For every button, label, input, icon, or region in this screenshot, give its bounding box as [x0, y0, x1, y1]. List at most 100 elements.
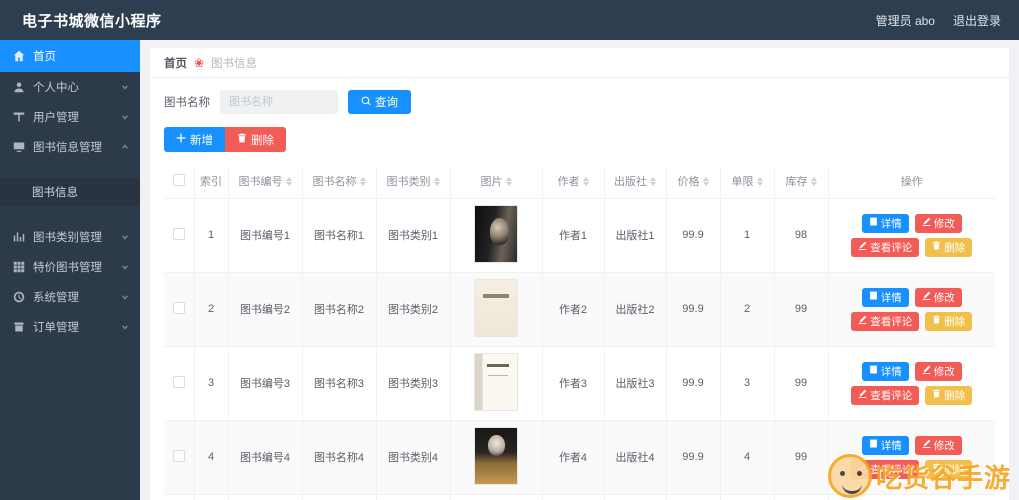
book-cover-image[interactable] — [474, 278, 518, 337]
chevron-down-icon[interactable] — [120, 262, 130, 272]
col-header-image[interactable]: 图片 — [450, 166, 543, 199]
select-all-checkbox[interactable] — [172, 174, 185, 186]
sidebar-subitem-book-info[interactable]: 图书信息 — [0, 178, 140, 206]
col-header-limit[interactable]: 单限 — [720, 166, 775, 199]
row-action-0[interactable]: 详情 — [861, 435, 909, 455]
order-icon — [12, 320, 26, 334]
cell-text: 1 — [743, 229, 751, 242]
chevron-down-icon[interactable] — [120, 112, 130, 122]
row-action-2[interactable]: 查看评论 — [851, 311, 920, 331]
sidebar-item-2[interactable]: 用户管理 — [0, 102, 140, 132]
col-header-category[interactable]: 图书类别 — [376, 166, 451, 199]
logout-button[interactable]: 退出登录 — [953, 12, 1001, 29]
book-cover-image[interactable] — [474, 204, 518, 263]
chevron-down-icon[interactable] — [120, 82, 130, 92]
sort-icon[interactable] — [702, 177, 709, 187]
sort-icon[interactable] — [359, 177, 366, 187]
sort-icon[interactable] — [433, 177, 440, 187]
row-action-1[interactable]: 修改 — [914, 287, 962, 307]
book-cover-image[interactable] — [474, 352, 518, 411]
sort-icon[interactable] — [505, 177, 512, 187]
edit-icon — [922, 439, 931, 451]
cell-text: 98 — [794, 229, 808, 242]
cell-price: 99.9 — [666, 272, 721, 347]
sidebar-item-6[interactable]: 系统管理 — [0, 282, 140, 312]
chevron-up-icon[interactable] — [120, 142, 130, 152]
table-container: 索引 图书编号 图书名称 图书类别 图片 作者 出版社 价格 单限 库存 操作 1 图书编号1 图书名称… — [150, 156, 1009, 500]
row-checkbox[interactable] — [172, 375, 185, 388]
edit-icon — [922, 217, 931, 229]
cell-price: 99.9 — [666, 198, 721, 273]
app-title: 电子书城微信小程序 — [22, 12, 162, 30]
cell-text: 图书编号1 — [239, 230, 291, 243]
row-action-3[interactable]: 删除 — [925, 311, 973, 331]
col-header-book_name[interactable]: 图书名称 — [302, 166, 377, 199]
chevron-down-icon[interactable] — [120, 322, 130, 332]
cell-text: 2 — [743, 303, 751, 316]
delete-button[interactable]: 删除 — [225, 127, 286, 152]
cell-text: 出版社3 — [615, 378, 655, 391]
cell-author — [542, 494, 605, 500]
col-header-book_no[interactable]: 图书编号 — [228, 166, 303, 199]
cell-text: 图书编号4 — [239, 452, 291, 465]
row-action-label: 修改 — [933, 217, 955, 230]
row-action-3[interactable]: 删除 — [925, 237, 973, 257]
row-checkbox[interactable] — [172, 449, 185, 462]
table-head: 索引 图书编号 图书名称 图书类别 图片 作者 出版社 价格 单限 库存 操作 — [164, 166, 995, 199]
cell-book_no: 图书编号4 — [228, 420, 303, 495]
sort-icon[interactable] — [810, 177, 817, 187]
row-checkbox-cell — [164, 346, 195, 421]
sidebar-item-label: 特价图书管理 — [33, 262, 102, 274]
add-button[interactable]: 新增 — [164, 127, 225, 152]
row-action-2[interactable]: 查看评论 — [851, 237, 920, 257]
chevron-down-icon[interactable] — [120, 292, 130, 302]
row-checkbox[interactable] — [172, 227, 185, 240]
row-checkbox-cell — [164, 198, 195, 273]
table-row: 1 图书编号1 图书名称1 图书类别1 作者1 出版社1 99.9 1 98 详情 修改 查看评论 删除 — [164, 198, 995, 273]
sidebar-item-3[interactable]: 图书信息管理 — [0, 132, 140, 162]
sidebar-item-label: 个人中心 — [33, 82, 79, 94]
col-header-stock[interactable]: 库存 — [774, 166, 829, 199]
sidebar: 首页个人中心用户管理 图书信息管理 图书信息图书类别管理特价图书管理 系统管理订单管理 — [0, 40, 140, 500]
sort-icon[interactable] — [756, 177, 763, 187]
row-action-0[interactable]: 详情 — [861, 287, 909, 307]
row-action-1[interactable]: 修改 — [914, 213, 962, 233]
cell-category: 图书类别3 — [376, 346, 451, 421]
col-header-publisher[interactable]: 出版社 — [604, 166, 667, 199]
row-action-3[interactable]: 删除 — [925, 385, 973, 405]
row-action-2[interactable]: 查看评论 — [851, 385, 920, 405]
admin-name[interactable]: 管理员 abo — [876, 12, 935, 29]
book-cover-image[interactable] — [474, 426, 518, 485]
breadcrumb-home[interactable]: 首页 — [164, 55, 187, 71]
row-action-0[interactable]: 详情 — [861, 213, 909, 233]
sidebar-item-5[interactable]: 特价图书管理 — [0, 252, 140, 282]
search-input[interactable] — [220, 90, 338, 114]
col-header-checkbox — [164, 166, 195, 199]
cell-text: 99.9 — [682, 377, 704, 390]
sidebar-item-7[interactable]: 订单管理 — [0, 312, 140, 342]
row-action-0[interactable]: 详情 — [861, 361, 909, 381]
sidebar-item-1[interactable]: 个人中心 — [0, 72, 140, 102]
row-action-3[interactable]: 删除 — [925, 459, 973, 479]
sidebar-item-0[interactable]: 首页 — [0, 40, 140, 72]
cell-category: 图书类别2 — [376, 272, 451, 347]
sidebar-item-label: 系统管理 — [33, 292, 79, 304]
col-header-price[interactable]: 价格 — [666, 166, 721, 199]
chevron-down-icon[interactable] — [120, 232, 130, 242]
sidebar-item-4[interactable]: 图书类别管理 — [0, 222, 140, 252]
sort-icon[interactable] — [285, 177, 292, 187]
row-action-1[interactable]: 修改 — [914, 361, 962, 381]
sort-icon[interactable] — [650, 177, 656, 187]
trash-icon — [932, 389, 941, 401]
query-button[interactable]: 查询 — [348, 90, 411, 114]
edit-icon — [922, 291, 931, 303]
cell-text: 99.9 — [682, 229, 704, 242]
cell-author: 作者3 — [542, 346, 605, 421]
col-header-label: 单限 — [731, 175, 754, 188]
row-checkbox[interactable] — [172, 301, 185, 314]
row-action-2[interactable]: 查看评论 — [851, 459, 920, 479]
sort-icon[interactable] — [582, 177, 589, 187]
col-header-author[interactable]: 作者 — [542, 166, 605, 199]
row-action-1[interactable]: 修改 — [914, 435, 962, 455]
